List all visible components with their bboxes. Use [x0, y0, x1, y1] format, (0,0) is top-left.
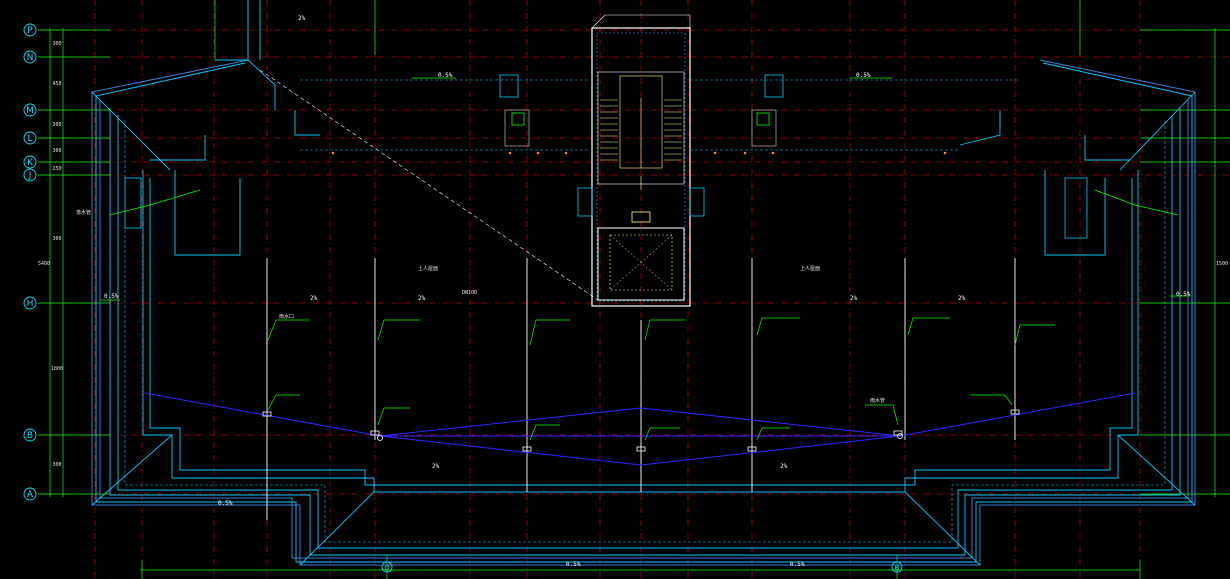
roof-note: 落水管: [76, 209, 91, 216]
slope-label: 0.5%: [1176, 291, 1191, 298]
roof-note: DN100: [462, 290, 477, 296]
axis-label-j: J: [28, 171, 32, 181]
slope-label: 2%: [418, 295, 426, 302]
roof-note: 雨水管: [870, 397, 885, 404]
slope-label: 0.5%: [104, 293, 119, 300]
slope-label: 2%: [780, 463, 788, 470]
axis-label-h: H: [27, 299, 34, 309]
dim-label: 300: [52, 236, 61, 242]
slope-label: 0.5%: [218, 500, 233, 507]
dim-label: 1500: [1216, 261, 1228, 267]
slope-label: 2%: [298, 15, 306, 22]
dim-label: 250: [52, 166, 61, 172]
dim-label: 5400: [38, 261, 50, 267]
axis-label-l: L: [27, 134, 32, 144]
slope-label: 2%: [958, 295, 966, 302]
dim-label: 300: [52, 122, 61, 128]
slope-label: 2%: [850, 295, 858, 302]
axis-label-m: M: [26, 106, 34, 116]
slope-label: 0.5%: [566, 561, 581, 568]
dim-label: 300: [52, 148, 61, 154]
axis-label-n: N: [27, 53, 34, 63]
axis-label-p: P: [27, 26, 33, 36]
roof-note: 上人屋面: [800, 265, 820, 272]
dim-label: 300: [52, 462, 61, 468]
axis-label-a: A: [27, 490, 34, 500]
axis-label-b: B: [27, 431, 33, 441]
dim-label: 450: [52, 81, 61, 87]
dim-label: 1800: [51, 366, 63, 372]
slope-label: 0.5%: [856, 72, 871, 79]
slope-label: 2%: [310, 295, 318, 302]
slope-label: 0.5%: [790, 561, 805, 568]
roof-plan-drawing: P N M L K J H B A D B 0.5% 0.5% 0.5% 0.5…: [0, 0, 1230, 579]
roof-note: 上人屋面: [418, 265, 438, 272]
roof-note: 雨水口: [279, 313, 294, 320]
slope-label: 0.5%: [438, 72, 453, 79]
dim-label: 300: [52, 41, 61, 47]
slope-label: 2%: [432, 463, 440, 470]
